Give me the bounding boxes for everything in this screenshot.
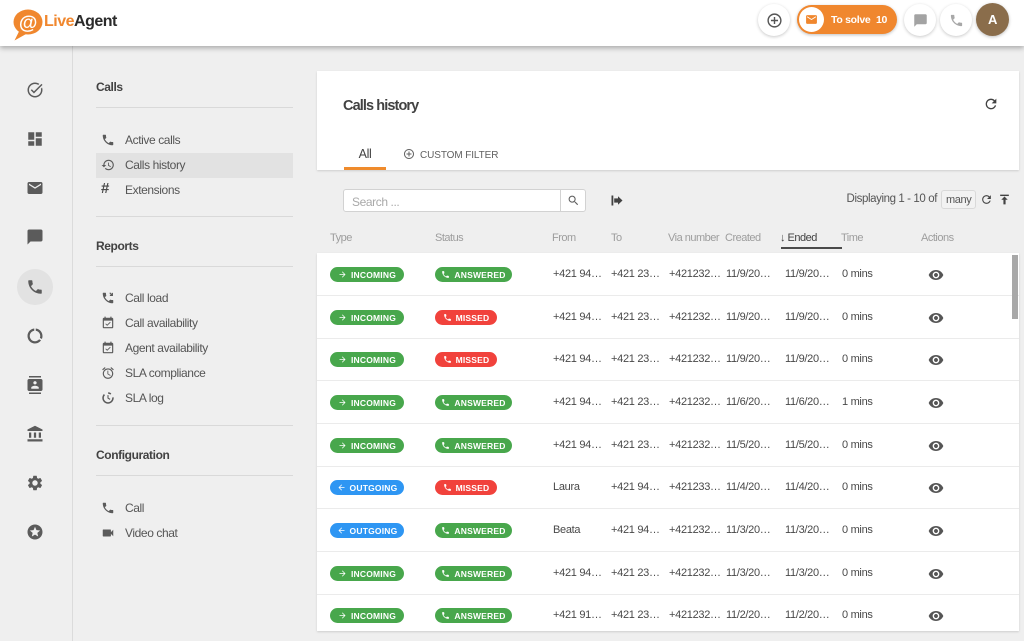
svg-text:@: @ [19,13,37,34]
